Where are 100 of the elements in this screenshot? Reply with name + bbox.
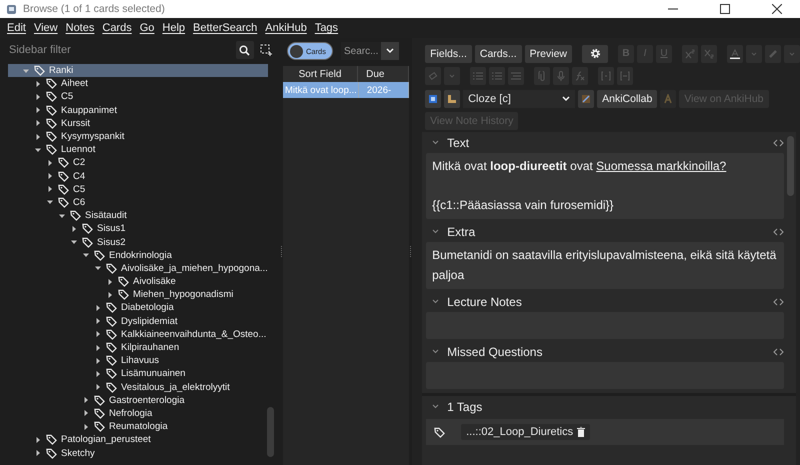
html-editor-icon[interactable] <box>773 228 784 236</box>
notetype-dropdown[interactable]: Cloze [c] <box>463 90 576 108</box>
collapse-arrow-icon[interactable] <box>34 146 42 154</box>
search-icon[interactable] <box>236 41 254 59</box>
tag-label: Dyslipidemiat <box>121 316 178 327</box>
tree-item[interactable]: Sisätaudit <box>8 209 268 222</box>
addon-button[interactable]: AnkiCollab <box>597 90 658 108</box>
tree-item[interactable]: Sketchy <box>8 446 268 460</box>
addon-icon[interactable] <box>578 90 594 108</box>
tree-item[interactable]: Miehen_hypogonadismi <box>8 288 268 302</box>
splitter-grip-icon[interactable] <box>280 246 283 258</box>
settings-icon[interactable] <box>582 44 608 62</box>
tag-label: Kauppanimet <box>61 104 117 116</box>
menu-item[interactable]: Notes <box>62 22 98 34</box>
tag-icon <box>46 434 57 446</box>
tag-icon <box>94 394 105 406</box>
scrollbar[interactable] <box>266 407 274 457</box>
tag-icon <box>94 250 105 261</box>
addon-icon[interactable] <box>444 90 460 108</box>
table-cell: Mitkä ovat loop... <box>282 82 359 98</box>
tag-icon <box>46 131 57 142</box>
tree-item[interactable]: Kysymyspankit <box>8 130 268 144</box>
menu-item[interactable]: Tags <box>312 22 342 34</box>
tree-item[interactable]: Lisämunuainen <box>8 367 268 380</box>
tag-label: Nefrologia <box>109 408 152 419</box>
tree-item[interactable]: Luennot <box>8 143 268 156</box>
tag-label: Diabetologia <box>121 302 174 314</box>
tag-editor[interactable]: ...::02_Loop_Diuretics <box>426 419 784 445</box>
paperclip-icon[interactable] <box>534 66 550 84</box>
collapse-chevron-icon[interactable] <box>432 404 440 409</box>
field-editor[interactable]: Mitkä ovat loop-diureetit ovat Suomessa markkinoilla? {{c1::Pääasiassa vain furosemidi}} <box>426 153 784 219</box>
tree-item[interactable]: Sisus2 <box>8 235 268 249</box>
tag[interactable]: ...::02_Loop_Diuretics <box>461 424 590 440</box>
menu-item[interactable]: Go <box>136 22 158 34</box>
tree-item[interactable]: Endokrinologia <box>8 248 268 262</box>
tree-item[interactable]: Aivolisäke_ja_miehen_hypogona... <box>8 262 268 275</box>
tree-item[interactable]: Diabetologia <box>8 301 268 315</box>
tree-item[interactable]: Patologian_perusteet <box>8 433 268 446</box>
tag-label: Kilpirauhanen <box>121 342 180 354</box>
tree-item[interactable]: C6 <box>8 196 268 210</box>
tree-item[interactable]: Dyslipidemiat <box>8 314 268 328</box>
trash-icon[interactable] <box>577 427 586 437</box>
menu-item[interactable]: Edit <box>4 22 29 34</box>
scrollbar[interactable] <box>787 136 794 196</box>
tree-item[interactable]: Reumatologia <box>8 420 268 434</box>
menu-item[interactable]: BetterSearch <box>190 22 260 34</box>
html-editor-icon[interactable] <box>773 298 784 306</box>
tree-item[interactable]: Sisus1 <box>8 222 268 236</box>
dropdown-caret-icon[interactable] <box>380 42 399 60</box>
tree-item[interactable]: C5 <box>8 182 268 196</box>
window-title: Browse (1 of 1 cards selected) <box>23 3 166 15</box>
tree-item[interactable]: Nefrologia <box>8 406 268 420</box>
ankihub-logo-icon[interactable] <box>660 90 676 108</box>
tree-item[interactable]: Lihavuus <box>8 354 268 368</box>
expand-arrow-icon[interactable] <box>70 224 78 233</box>
toolbar-button[interactable]: Preview <box>524 44 572 62</box>
collapse-chevron-icon[interactable] <box>432 229 440 234</box>
tag-label: Reumatologia <box>109 421 168 432</box>
field-editor[interactable]: Bumetanidi on saatavilla erityislupavalmisteena, eikä sitä käytetä paljoa <box>426 242 784 289</box>
tag-label: Patologian_perusteet <box>61 434 151 446</box>
tree-item[interactable]: Vesitalous_ja_elektrolyytit <box>8 380 268 394</box>
tag-icon <box>106 368 117 380</box>
tag-label: Kalkkiaineenvaihdunta_&_Osteo... <box>121 328 266 340</box>
tag-icon <box>106 262 117 274</box>
toolbar-button[interactable]: Fields... <box>425 44 472 62</box>
tree-item[interactable]: C2 <box>8 156 268 170</box>
html-editor-icon[interactable] <box>773 138 784 146</box>
menu-item[interactable]: AnkiHub <box>262 22 310 34</box>
text-color-icon[interactable] <box>727 44 743 62</box>
collapse-chevron-icon[interactable] <box>432 299 440 304</box>
collapse-chevron-icon[interactable] <box>432 349 440 354</box>
tree-item[interactable]: Kurssit <box>8 116 268 130</box>
menu-item[interactable]: View <box>30 22 61 34</box>
tag-icon <box>118 276 129 288</box>
tree-item[interactable]: C4 <box>8 170 268 183</box>
tags-header: 1 Tags <box>447 400 484 414</box>
tree-item[interactable]: Aivolisäke <box>8 275 268 288</box>
tag-label: Sketchy <box>61 448 95 459</box>
splitter-grip-icon[interactable] <box>409 246 412 258</box>
addon-icon[interactable] <box>425 90 442 108</box>
select-tool-icon[interactable] <box>260 44 272 56</box>
field-name: Extra <box>447 224 476 238</box>
html-editor-icon[interactable] <box>773 348 784 356</box>
toolbar-button[interactable]: Cards... <box>474 44 522 62</box>
menu-item[interactable]: Cards <box>99 22 135 34</box>
tree-item[interactable]: Ranki <box>8 64 268 78</box>
tag-icon <box>58 157 69 168</box>
tag-icon <box>94 421 105 432</box>
tree-item[interactable]: Kilpirauhanen <box>8 340 268 354</box>
tag-icon <box>94 408 105 419</box>
menu-item[interactable]: Help <box>159 22 188 34</box>
tree-item[interactable]: Kauppanimet <box>8 104 268 117</box>
tree-item[interactable]: Kalkkiaineenvaihdunta_&_Osteo... <box>8 328 268 341</box>
search-field[interactable]: Searc... <box>340 42 381 60</box>
tag-icon <box>106 382 117 393</box>
tree-item[interactable]: Aiheet <box>8 77 268 90</box>
tree-item[interactable]: C5 <box>8 90 268 104</box>
tree-item[interactable]: Gastroenterologia <box>8 394 268 407</box>
tag-icon <box>46 118 57 129</box>
collapse-chevron-icon[interactable] <box>432 140 440 145</box>
